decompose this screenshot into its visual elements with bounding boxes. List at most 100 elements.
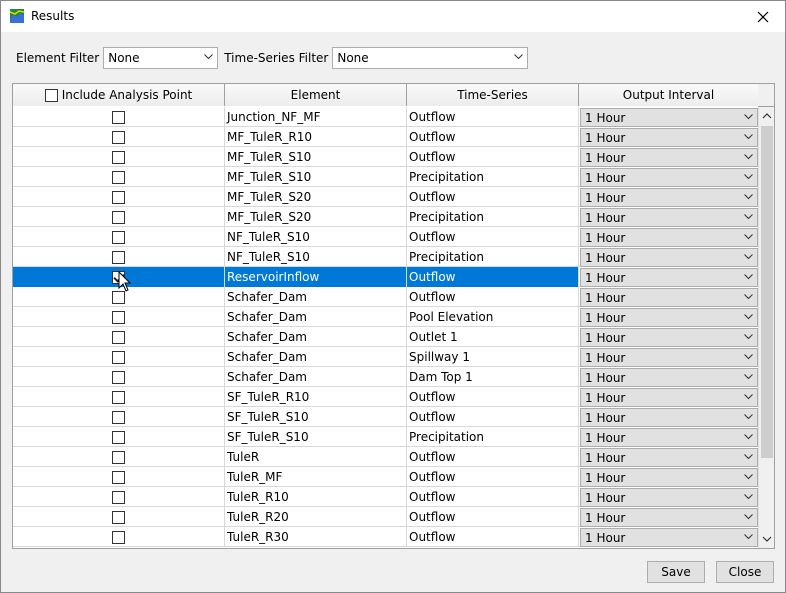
include-checkbox[interactable] [112, 130, 125, 144]
output-interval-select[interactable]: 1 Hour [580, 167, 758, 187]
table-row[interactable]: MF_TuleR_S10 Precipitation 1 Hour [13, 167, 759, 187]
output-interval-select[interactable]: 1 Hour [580, 127, 758, 147]
output-interval-select[interactable]: 1 Hour [580, 327, 758, 347]
include-checkbox[interactable] [112, 310, 125, 324]
output-interval-select[interactable]: 1 Hour [580, 427, 758, 447]
save-button[interactable]: Save [647, 561, 705, 583]
output-interval-select[interactable]: 1 Hour [580, 467, 758, 487]
header-interval[interactable]: Output Interval [579, 84, 759, 106]
scroll-up-icon[interactable] [762, 111, 772, 121]
table-row[interactable]: MF_TuleR_S20 Precipitation 1 Hour [13, 207, 759, 227]
table-row[interactable]: Junction_NF_MF Outflow 1 Hour [13, 107, 759, 127]
output-interval-select[interactable]: 1 Hour [580, 307, 758, 327]
timeseries-cell: Outflow [407, 467, 579, 487]
table-row[interactable]: MF_TuleR_S10 Outflow 1 Hour [13, 147, 759, 167]
include-checkbox[interactable] [112, 350, 125, 364]
scrollbar-thumb[interactable] [761, 126, 773, 458]
include-checkbox[interactable] [112, 170, 125, 184]
include-checkbox[interactable] [112, 190, 125, 204]
header-include[interactable]: Include Analysis Point [13, 84, 225, 106]
table-row[interactable]: TuleR_R20 Outflow 1 Hour [13, 507, 759, 527]
table-row[interactable]: NF_TuleR_S10 Outflow 1 Hour [13, 227, 759, 247]
include-checkbox[interactable] [112, 390, 125, 404]
output-interval-select[interactable]: 1 Hour [580, 487, 758, 507]
include-checkbox[interactable] [112, 150, 125, 164]
include-checkbox[interactable] [112, 330, 125, 344]
output-interval-select[interactable]: 1 Hour [580, 207, 758, 227]
output-interval-select[interactable]: 1 Hour [580, 507, 758, 527]
vertical-scrollbar[interactable] [758, 107, 774, 548]
header-element-label: Element [290, 88, 341, 102]
output-interval-select[interactable]: 1 Hour [580, 187, 758, 207]
table-row[interactable]: SF_TuleR_R10 Outflow 1 Hour [13, 387, 759, 407]
output-interval-value: 1 Hour [585, 230, 626, 245]
header-element[interactable]: Element [225, 84, 407, 106]
include-checkbox[interactable] [112, 530, 125, 544]
filter-bar: Element Filter None Time-Series Filter N… [16, 46, 529, 70]
include-checkbox[interactable] [112, 430, 125, 444]
timeseries-cell: Outflow [407, 287, 579, 307]
include-checkbox[interactable] [112, 490, 125, 504]
output-interval-select[interactable]: 1 Hour [580, 407, 758, 427]
table-row[interactable]: MF_TuleR_S20 Outflow 1 Hour [13, 187, 759, 207]
include-checkbox[interactable] [112, 450, 125, 464]
include-checkbox[interactable] [112, 250, 125, 264]
table-row[interactable]: TuleR_R30 Outflow 1 Hour [13, 527, 759, 547]
output-interval-select[interactable]: 1 Hour [580, 147, 758, 167]
element-cell: TuleR_R30 [225, 527, 407, 547]
element-cell: Schafer_Dam [225, 307, 407, 327]
table-row[interactable]: TuleR_MF Outflow 1 Hour [13, 467, 759, 487]
include-checkbox[interactable] [112, 230, 125, 244]
output-interval-select[interactable]: 1 Hour [580, 107, 758, 127]
include-checkbox[interactable] [112, 370, 125, 384]
output-interval-select[interactable]: 1 Hour [580, 227, 758, 247]
chevron-down-icon [744, 113, 753, 119]
output-interval-select[interactable]: 1 Hour [580, 387, 758, 407]
output-interval-value: 1 Hour [585, 290, 626, 305]
timeseries-cell: Pool Elevation [407, 307, 579, 327]
table-row[interactable]: MF_TuleR_R10 Outflow 1 Hour [13, 127, 759, 147]
include-all-checkbox[interactable] [44, 88, 58, 102]
chevron-down-icon [744, 473, 753, 479]
header-timeseries[interactable]: Time-Series [407, 84, 579, 106]
output-interval-select[interactable]: 1 Hour [580, 267, 758, 287]
output-interval-select[interactable]: 1 Hour [580, 527, 758, 547]
include-checkbox[interactable] [112, 110, 125, 124]
table-row[interactable]: TuleR_R10 Outflow 1 Hour [13, 487, 759, 507]
interval-cell: 1 Hour [579, 507, 759, 527]
output-interval-select[interactable]: 1 Hour [580, 447, 758, 467]
table-row[interactable]: SF_TuleR_S10 Outflow 1 Hour [13, 407, 759, 427]
include-checkbox[interactable] [112, 410, 125, 424]
timeseries-cell: Outlet 1 [407, 327, 579, 347]
element-cell: Junction_NF_MF [225, 107, 407, 127]
table-row[interactable]: SF_TuleR_S10 Precipitation 1 Hour [13, 427, 759, 447]
include-checkbox[interactable] [112, 210, 125, 224]
include-checkbox[interactable] [112, 470, 125, 484]
table-row[interactable]: NF_TuleR_S10 Precipitation 1 Hour [13, 247, 759, 267]
interval-cell: 1 Hour [579, 447, 759, 467]
table-row[interactable]: TuleR Outflow 1 Hour [13, 447, 759, 467]
scroll-down-icon[interactable] [762, 534, 772, 544]
chevron-down-icon [744, 233, 753, 239]
window-close-button[interactable] [741, 1, 785, 32]
include-checkbox[interactable] [112, 510, 125, 524]
interval-cell: 1 Hour [579, 187, 759, 207]
table-row[interactable]: Schafer_Dam Pool Elevation 1 Hour [13, 307, 759, 327]
results-dialog: Results Element Filter None Time-Series … [0, 0, 786, 593]
include-cell [13, 487, 225, 507]
include-cell [13, 327, 225, 347]
chevron-down-icon [204, 54, 214, 60]
output-interval-select[interactable]: 1 Hour [580, 347, 758, 367]
table-row[interactable]: Schafer_Dam Spillway 1 1 Hour [13, 347, 759, 367]
element-filter-select[interactable]: None [103, 47, 219, 69]
close-button[interactable]: Close [716, 561, 774, 583]
table-row[interactable]: Schafer_Dam Outlet 1 1 Hour [13, 327, 759, 347]
include-cell [13, 527, 225, 547]
table-row[interactable]: Schafer_Dam Dam Top 1 1 Hour [13, 367, 759, 387]
output-interval-select[interactable]: 1 Hour [580, 287, 758, 307]
include-cell [13, 107, 225, 127]
timeseries-filter-select[interactable]: None [332, 47, 529, 69]
scrollbar-corner [758, 84, 774, 107]
output-interval-select[interactable]: 1 Hour [580, 367, 758, 387]
output-interval-select[interactable]: 1 Hour [580, 247, 758, 267]
